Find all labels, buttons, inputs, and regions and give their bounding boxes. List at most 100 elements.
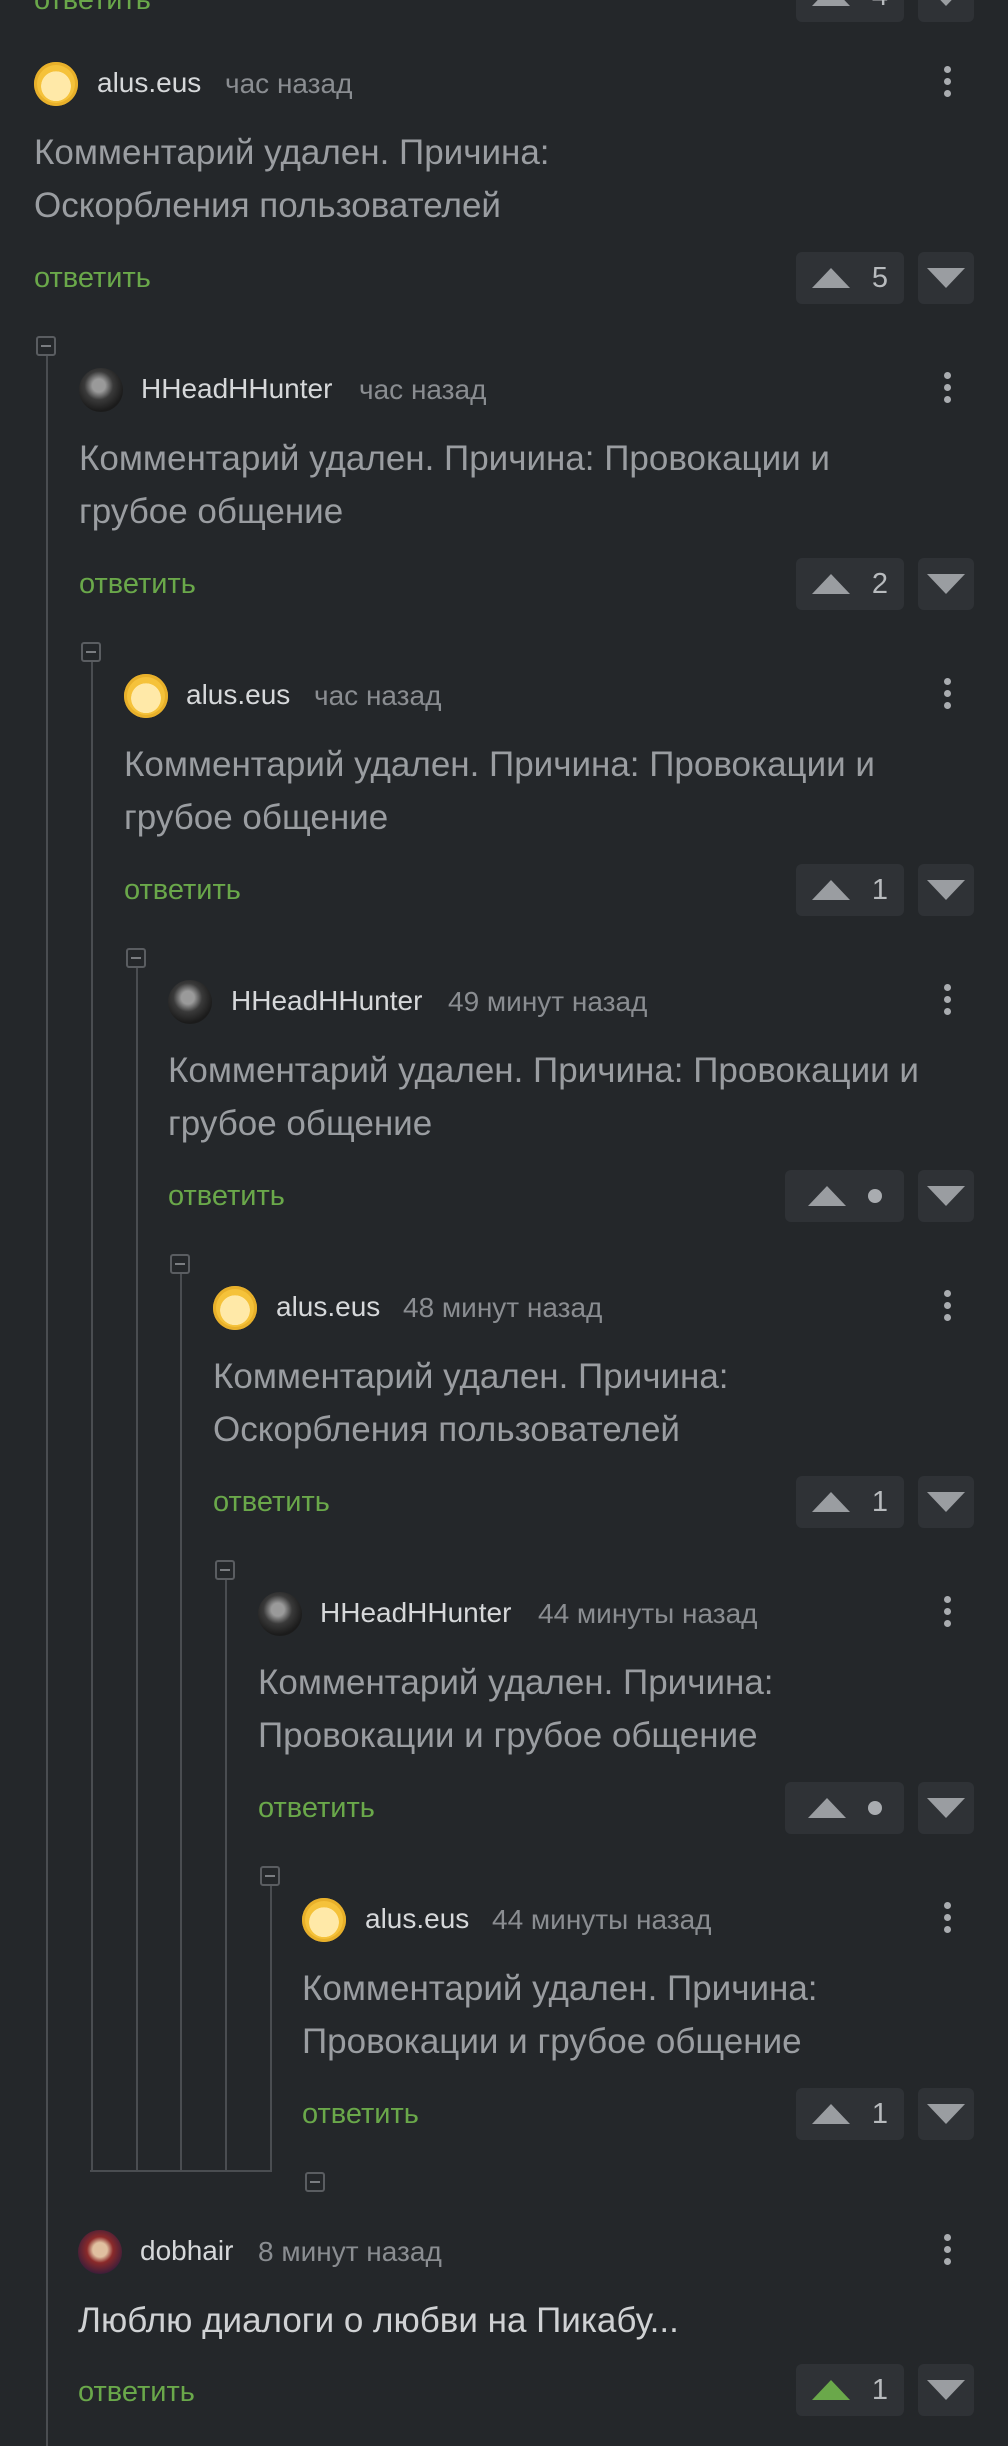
- more-options-icon[interactable]: [932, 1902, 962, 1942]
- comment-time: 44 минуты назад: [492, 1904, 712, 1935]
- comment-text: Комментарий удален. Причина: Провокации …: [124, 745, 875, 837]
- comment-author[interactable]: alus.eus: [97, 67, 201, 99]
- avatar[interactable]: [302, 1898, 346, 1942]
- upvote-button[interactable]: 4: [796, 0, 904, 22]
- vote-score: 2: [871, 567, 889, 600]
- reply-link[interactable]: ответить: [302, 2098, 419, 2131]
- thread-line: [46, 356, 48, 2446]
- downvote-button[interactable]: [918, 252, 974, 304]
- collapse-thread-button[interactable]: [36, 336, 56, 356]
- downvote-button[interactable]: [918, 1476, 974, 1528]
- more-options-icon[interactable]: [932, 66, 962, 106]
- arrow-up-icon: [811, 880, 850, 900]
- comment-author[interactable]: HHeadHHunter: [320, 1597, 511, 1629]
- comment-text: Комментарий удален. Причина: Провокации …: [258, 1663, 774, 1755]
- reply-link[interactable]: ответить: [34, 0, 151, 17]
- reply-link[interactable]: ответить: [34, 262, 151, 295]
- avatar[interactable]: [79, 368, 123, 412]
- arrow-up-icon: [811, 0, 850, 6]
- arrow-up-icon: [811, 1492, 850, 1512]
- more-options-icon[interactable]: [932, 372, 962, 412]
- comment-author[interactable]: alus.eus: [365, 1903, 469, 1935]
- comment-time: 44 минуты назад: [538, 1598, 758, 1629]
- arrow-down-icon: [927, 1186, 965, 1206]
- arrow-down-icon: [927, 268, 965, 288]
- upvote-button[interactable]: [785, 1782, 904, 1834]
- upvote-button[interactable]: [785, 1170, 904, 1222]
- thread-line: [91, 662, 93, 2172]
- arrow-up-icon: [811, 268, 850, 288]
- arrow-up-icon: [807, 1798, 846, 1818]
- collapse-thread-button[interactable]: [215, 1560, 235, 1580]
- comment-text: Люблю диалоги о любви на Пикабу...: [78, 2301, 679, 2340]
- downvote-button[interactable]: [918, 2088, 974, 2140]
- comment-author[interactable]: HHeadHHunter: [231, 985, 422, 1017]
- upvote-button[interactable]: 1: [796, 2088, 904, 2140]
- downvote-button[interactable]: [918, 0, 974, 22]
- arrow-down-icon: [927, 574, 965, 594]
- reply-link[interactable]: ответить: [213, 1486, 330, 1519]
- avatar[interactable]: [213, 1286, 257, 1330]
- comment-time: час назад: [359, 374, 487, 405]
- thread-line: [270, 1886, 272, 2172]
- collapse-thread-button[interactable]: [126, 948, 146, 968]
- comment-text: Комментарий удален. Причина: Провокации …: [168, 1051, 919, 1143]
- collapse-thread-button[interactable]: [260, 1866, 280, 1886]
- reply-link[interactable]: ответить: [258, 1792, 375, 1825]
- reply-link[interactable]: ответить: [124, 874, 241, 907]
- upvote-button[interactable]: 1: [796, 2364, 904, 2416]
- downvote-button[interactable]: [918, 558, 974, 610]
- arrow-down-icon: [927, 2104, 965, 2124]
- downvote-button[interactable]: [918, 1782, 974, 1834]
- upvote-button[interactable]: 1: [796, 864, 904, 916]
- arrow-down-icon: [927, 2380, 965, 2400]
- downvote-button[interactable]: [918, 1170, 974, 1222]
- downvote-button[interactable]: [918, 2364, 974, 2416]
- downvote-button[interactable]: [918, 864, 974, 916]
- thread-line: [225, 1580, 227, 2172]
- comment-text: Комментарий удален. Причина: Оскорбления…: [213, 1357, 729, 1449]
- comment-text: Комментарий удален. Причина: Провокации …: [302, 1969, 818, 2061]
- comment-author[interactable]: dobhair: [140, 2235, 233, 2267]
- more-options-icon[interactable]: [932, 2234, 962, 2274]
- vote-score-hidden: [867, 1189, 882, 1203]
- upvote-button[interactable]: 2: [796, 558, 904, 610]
- avatar[interactable]: [78, 2230, 122, 2274]
- comment-time: 48 минут назад: [403, 1292, 603, 1323]
- arrow-down-icon: [927, 1798, 965, 1818]
- reply-link[interactable]: ответить: [79, 568, 196, 601]
- avatar[interactable]: [124, 674, 168, 718]
- comment-author[interactable]: alus.eus: [186, 679, 290, 711]
- avatar[interactable]: [258, 1592, 302, 1636]
- reply-link[interactable]: ответить: [78, 2376, 195, 2409]
- upvote-button[interactable]: 5: [796, 252, 904, 304]
- more-options-icon[interactable]: [932, 1290, 962, 1330]
- collapse-thread-button[interactable]: [170, 1254, 190, 1274]
- vote-score: 1: [871, 2097, 889, 2130]
- reply-link[interactable]: ответить: [168, 1180, 285, 1213]
- comment-time: 49 минут назад: [448, 986, 648, 1017]
- comment-time: час назад: [314, 680, 442, 711]
- thread-line: [180, 1274, 182, 2172]
- avatar[interactable]: [168, 980, 212, 1024]
- vote-score: 5: [871, 261, 889, 294]
- more-options-icon[interactable]: [932, 678, 962, 718]
- collapse-thread-button[interactable]: [305, 2172, 325, 2192]
- more-options-icon[interactable]: [932, 984, 962, 1024]
- thread-line: [136, 968, 138, 2172]
- comment-time: час назад: [225, 68, 353, 99]
- arrow-down-icon: [927, 1492, 965, 1512]
- vote-score-hidden: [867, 1801, 882, 1815]
- arrow-down-icon: [927, 0, 965, 6]
- collapse-thread-button[interactable]: [81, 642, 101, 662]
- vote-score: 1: [871, 2373, 889, 2406]
- comment-author[interactable]: alus.eus: [276, 1291, 380, 1323]
- arrow-up-icon: [811, 2104, 850, 2124]
- comment-author[interactable]: HHeadHHunter: [141, 373, 332, 405]
- vote-score: 4: [872, 0, 888, 13]
- upvote-button[interactable]: 1: [796, 1476, 904, 1528]
- more-options-icon[interactable]: [932, 1596, 962, 1636]
- avatar[interactable]: [34, 62, 78, 106]
- comment-text: Комментарий удален. Причина: Оскорбления…: [34, 133, 550, 225]
- arrow-down-icon: [927, 880, 965, 900]
